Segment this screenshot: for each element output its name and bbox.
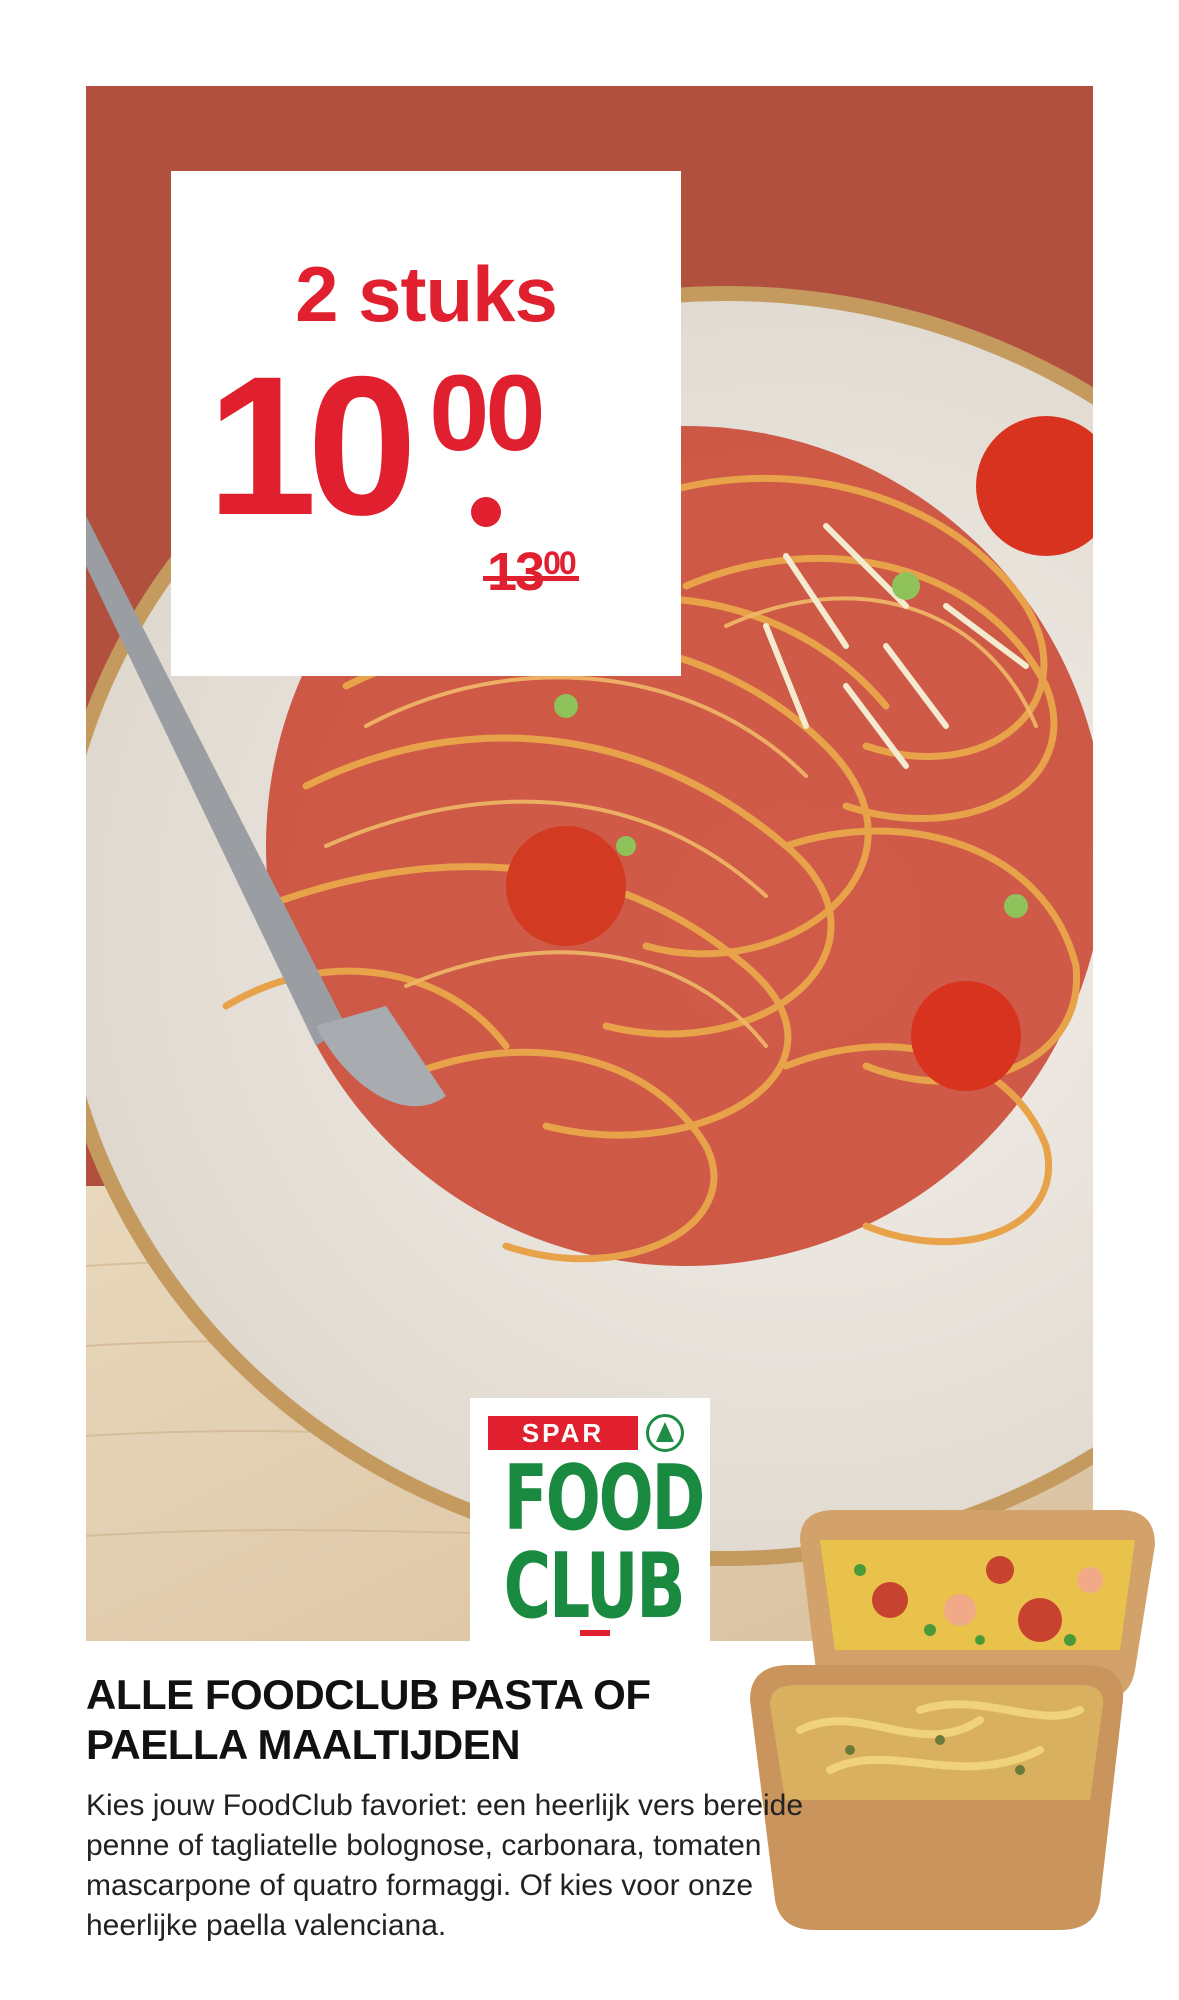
old-price: 1300 [483, 541, 579, 603]
strikethrough-line [483, 576, 579, 581]
price-main: 10 [207, 335, 417, 556]
product-description: Kies jouw FoodClub favoriet: een heerlij… [86, 1789, 804, 1942]
logo-line-food: FOOD [503, 1446, 706, 1551]
price-cents: 00 [429, 352, 545, 473]
price-card: 2 stuks 10 00 1300 [171, 171, 681, 676]
spar-wordmark: SPAR [488, 1416, 638, 1450]
offer-price: 10 00 [207, 335, 545, 556]
quantity-label: 2 stuks [295, 250, 558, 338]
old-price-main: 13 [487, 542, 545, 602]
product-title: ALLE FOODCLUB PASTA OF PAELLA MAALTIJDEN [86, 1671, 651, 1768]
logo-accent-bar [580, 1630, 610, 1636]
price-decimal-dot [471, 497, 501, 527]
logo-line-club: CLUB [503, 1534, 686, 1639]
spar-foodclub-logo: SPAR FOOD CLUB [470, 1398, 710, 1643]
